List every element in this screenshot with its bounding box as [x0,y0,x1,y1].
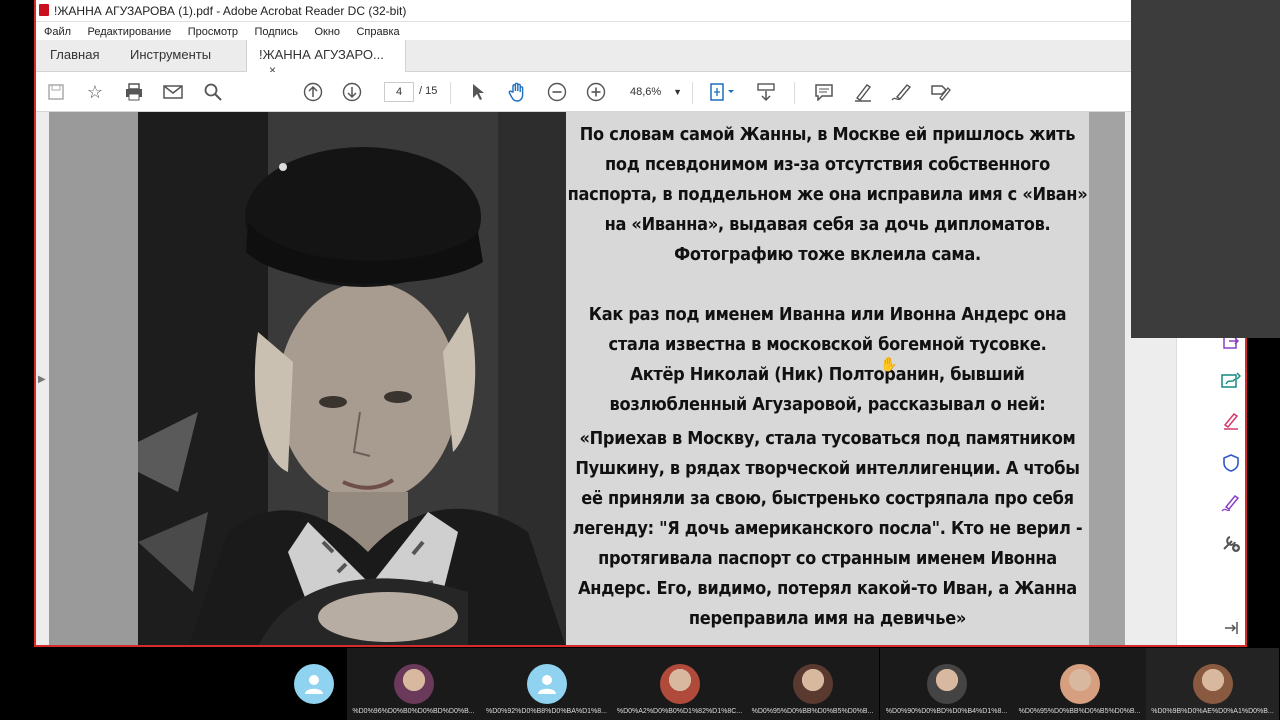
participants-strip: %D0%96%D0%B0%D0%BD%D0%B... %D0%92%D0%B8%D… [0,648,1280,720]
acrobat-window: !ЖАННА АГУЗАРОВА (1).pdf - Adobe Acrobat… [34,0,1247,647]
toolbar-separator [794,82,795,104]
fill-sign-tool-icon[interactable] [1220,492,1242,514]
menu-file[interactable]: Файл [40,26,75,38]
screen-edge [1247,338,1280,648]
paragraph-2a: Как раз под именем Иванна или Ивонна Анд… [588,304,1067,355]
print-icon[interactable] [122,80,146,104]
save-icon[interactable] [44,80,68,104]
paragraph-2b: Актёр Николай (Ник) Полторанин, бывший в… [609,364,1046,415]
participant-name: %D0%9B%D0%AE%D0%A1%D0%B... [1151,708,1274,715]
menu-edit[interactable]: Редактирование [84,26,176,38]
participant-name: %D0%92%D0%B8%D0%BA%D1%8... [486,708,607,715]
menu-view[interactable]: Просмотр [184,26,242,38]
edit-pdf-icon[interactable] [1220,410,1242,432]
document-text-panel: По словам самой Жанны, в Москве ей пришл… [566,112,1089,645]
hand-cursor-icon: ✋ [880,356,898,372]
page-margin-left [49,112,138,645]
expand-left-panel-icon[interactable]: ▶ [38,374,46,385]
participant-tile[interactable]: %D0%96%D0%B0%D0%BD%D0%B... [347,648,480,720]
tab-document[interactable]: !ЖАННА АГУЗАРО... × [246,40,406,77]
participant-avatar [1192,664,1233,704]
document-area[interactable]: ▶ По словам самой Жанны, в Москве ей при… [36,112,1176,645]
more-tools-icon[interactable] [1220,532,1242,554]
page-down-icon[interactable] [340,80,364,104]
toolbar-separator [450,82,451,104]
participant-avatar [393,664,434,704]
tab-home[interactable]: Главная [38,40,111,71]
tab-document-label: !ЖАННА АГУЗАРО... [259,47,384,62]
select-cursor-icon[interactable] [466,80,490,104]
menu-bar: Файл Редактирование Просмотр Подпись Окн… [36,22,1133,40]
default-avatar-icon [293,664,334,704]
default-avatar-icon [526,664,567,704]
create-pdf-icon[interactable] [1220,370,1242,392]
participant-name: %D0%90%D0%BD%D0%B4%D1%8... [885,708,1008,715]
zoom-level-value: 48,6% [630,86,662,98]
chevron-down-icon: ▼ [673,87,682,97]
participant-avatar [659,664,700,704]
page-total: / 15 [419,85,438,97]
participant-tile[interactable]: %D0%A2%D0%B0%D1%82%D1%8C... [613,648,746,720]
participant-tile[interactable]: %D0%9B%D0%AE%D0%A1%D0%B... [1146,648,1279,720]
zoom-out-icon[interactable] [545,80,569,104]
zoom-in-icon[interactable] [584,80,608,104]
participant-tile[interactable]: %D0%95%D0%BB%D0%B5%D0%B... [746,648,879,720]
participant-name: %D0%95%D0%BB%D0%B5%D0%B... [1018,708,1141,715]
participant-tile[interactable]: %D0%92%D0%B8%D0%BA%D1%8... [480,648,613,720]
menu-help[interactable]: Справка [352,26,403,38]
page-number-input[interactable]: 4 [384,82,414,102]
scroll-mode-icon[interactable] [754,80,778,104]
protect-shield-icon[interactable] [1220,452,1242,474]
paragraph-3: «Приехав в Москву, стала тусоваться под … [572,428,1083,629]
bookmark-star-icon[interactable]: ☆ [83,80,107,104]
participant-avatar [792,664,833,704]
fill-sign-icon[interactable] [929,80,953,104]
participant-name: %D0%95%D0%BB%D0%B5%D0%B... [751,708,874,715]
video-overlay-panel [1131,0,1280,338]
paragraph-1: По словам самой Жанны, в Москве ей пришл… [567,124,1088,265]
window-title: !ЖАННА АГУЗАРОВА (1).pdf - Adobe Acrobat… [54,4,407,18]
participant-avatar [1059,664,1100,704]
menu-sign[interactable]: Подпись [250,26,302,38]
toolbar: ☆ 4 / 15 48,6% ▼ [36,72,1133,112]
sign-icon[interactable] [890,80,914,104]
title-bar: !ЖАННА АГУЗАРОВА (1).pdf - Adobe Acrobat… [36,0,1133,22]
portrait-photo [138,112,566,645]
tab-tools[interactable]: Инструменты [118,40,223,71]
tab-bar: Главная Инструменты !ЖАННА АГУЗАРО... × [36,40,1133,77]
page-margin-right [1089,112,1125,645]
participant-avatar [926,664,967,704]
menu-window[interactable]: Окно [310,26,344,38]
collapse-right-icon[interactable] [1220,617,1242,639]
fit-page-icon[interactable] [706,80,740,104]
hand-tool-icon[interactable] [505,80,529,104]
highlight-pen-icon[interactable] [851,80,875,104]
toolbar-separator [692,82,693,104]
email-icon[interactable] [161,80,185,104]
zoom-level-dropdown[interactable]: 48,6% ▼ [624,82,686,102]
comment-icon[interactable] [812,80,836,104]
zoom-search-icon[interactable] [201,80,225,104]
participant-tile[interactable]: %D0%90%D0%BD%D0%B4%D1%8... [880,648,1013,720]
participant-tile[interactable]: %D0%95%D0%BB%D0%B5%D0%B... [1013,648,1146,720]
participant-name: %D0%96%D0%B0%D0%BD%D0%B... [352,708,475,715]
page-up-icon[interactable] [301,80,325,104]
participant-name: %D0%A2%D0%B0%D1%82%D1%8C... [616,708,743,715]
acrobat-icon [39,4,49,16]
